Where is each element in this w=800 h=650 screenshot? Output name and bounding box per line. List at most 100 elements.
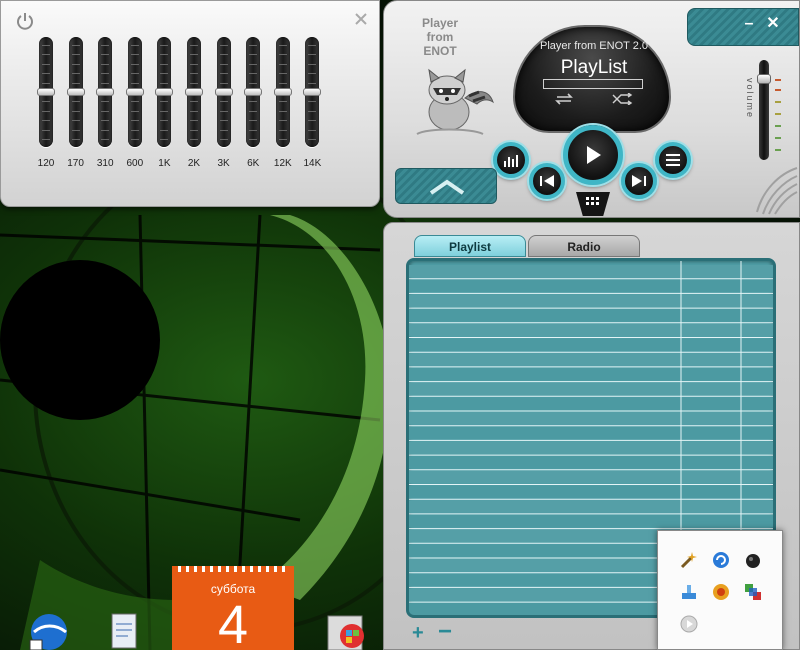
eq-slider-mark (249, 54, 258, 56)
playlist-row[interactable] (409, 338, 773, 352)
playlist-button[interactable] (655, 142, 691, 178)
playlist-row[interactable] (409, 441, 773, 455)
eq-slider-knob[interactable] (303, 88, 322, 96)
eq-slider-mark (219, 110, 228, 112)
playlist-row[interactable] (409, 500, 773, 513)
power-icon[interactable] (15, 11, 35, 31)
repeat-icon[interactable] (553, 93, 575, 105)
eq-slider-knob[interactable] (244, 88, 263, 96)
playlist-row[interactable] (409, 485, 773, 499)
shield-icon[interactable] (712, 583, 730, 601)
eq-slider-12k[interactable] (273, 37, 292, 147)
eq-slider-knob[interactable] (37, 88, 55, 96)
volume-slider[interactable] (757, 60, 771, 160)
eq-slider-mark (190, 54, 198, 56)
eq-slider-mark (71, 101, 80, 103)
eq-slider-2k[interactable] (185, 37, 203, 147)
seek-bar[interactable] (543, 79, 643, 89)
eq-slider-mark (219, 139, 228, 140)
play-button[interactable] (563, 125, 623, 185)
eq-slider-knob[interactable] (214, 88, 233, 96)
window-controls: – ✕ (687, 8, 799, 46)
playlist-row[interactable] (409, 309, 773, 322)
playlist-row[interactable] (409, 426, 773, 440)
eq-band-label: 120 (37, 158, 55, 169)
eq-slider-mark (219, 129, 228, 131)
close-icon[interactable] (353, 11, 369, 27)
eq-slider-mark (160, 45, 169, 46)
eq-slider-mark (308, 54, 317, 56)
previous-button[interactable] (529, 163, 565, 199)
eq-slider-mark (308, 45, 317, 46)
network-icon[interactable] (680, 583, 698, 601)
eq-slider-310[interactable] (96, 37, 115, 147)
eq-slider-6k[interactable] (244, 37, 263, 147)
wand-icon[interactable] (680, 551, 698, 569)
eq-band-label: 170 (67, 158, 84, 169)
refresh-icon[interactable] (712, 551, 730, 569)
playlist-row[interactable] (409, 412, 773, 425)
playlist-row[interactable] (409, 397, 773, 410)
windows-icon[interactable] (744, 583, 762, 601)
shuffle-icon[interactable] (611, 93, 633, 105)
tab-radio[interactable]: Radio (528, 235, 640, 257)
display-main-text: PlayList (560, 57, 628, 78)
playlist-row[interactable] (409, 382, 773, 396)
eq-slider-mark (308, 63, 317, 65)
playlist-row[interactable] (409, 353, 773, 366)
eq-slider-120[interactable] (37, 37, 55, 147)
tab-playlist[interactable]: Playlist (414, 235, 526, 257)
equalizer-button[interactable] (493, 142, 529, 178)
eq-slider-mark (160, 101, 169, 103)
play-icon (587, 146, 601, 164)
eq-slider-mark (42, 139, 50, 140)
add-track-button[interactable]: + (412, 623, 428, 643)
bomb-icon[interactable] (744, 551, 762, 569)
eq-band-label: 12K (273, 158, 292, 169)
eq-slider-mark (101, 139, 110, 140)
playlist-row[interactable] (409, 279, 773, 293)
remove-track-button[interactable]: − (438, 620, 454, 644)
eq-slider-mark (308, 139, 317, 140)
volume-knob[interactable] (757, 73, 771, 84)
playlist-row[interactable] (409, 294, 773, 308)
eq-slider-3k[interactable] (214, 37, 233, 147)
eq-slider-knob[interactable] (273, 88, 292, 96)
eq-slider-mark (308, 101, 317, 103)
playlist-row[interactable] (409, 456, 773, 469)
collapse-button[interactable] (395, 168, 497, 204)
playlist-row[interactable] (409, 470, 773, 484)
eq-slider-mark (160, 139, 169, 140)
volume-scale (775, 79, 781, 151)
play-icon[interactable] (680, 615, 698, 633)
minimize-button[interactable]: – (740, 15, 758, 33)
playlist-row[interactable] (409, 514, 773, 528)
eq-slider-600[interactable] (125, 37, 144, 147)
playlist-row[interactable] (409, 367, 773, 381)
calendar-gadget[interactable]: суббота 4 (172, 566, 294, 650)
eq-slider-14k[interactable] (303, 37, 322, 147)
player-window: Player from ENOT – ✕ Player from ENOT 2.… (383, 0, 800, 218)
google-earth-icon[interactable] (28, 610, 70, 650)
eq-slider-mark (308, 73, 317, 75)
eq-slider-170[interactable] (66, 37, 85, 147)
eq-band-label: 6K (247, 158, 260, 169)
eq-slider-knob[interactable] (185, 88, 203, 96)
eq-slider-knob[interactable] (125, 88, 144, 96)
eq-slider-1k[interactable] (155, 37, 174, 147)
playlist-row[interactable] (409, 323, 773, 337)
eq-slider-knob[interactable] (66, 88, 85, 96)
installer-icon[interactable] (322, 606, 370, 650)
close-button[interactable]: ✕ (764, 15, 782, 33)
eq-slider-knob[interactable] (96, 88, 115, 96)
eq-slider-mark (219, 54, 228, 56)
eq-slider-mark (219, 101, 228, 103)
next-button[interactable] (621, 163, 657, 199)
eq-slider-mark (278, 110, 287, 112)
eq-slider-knob[interactable] (155, 88, 174, 96)
calendar-weekday: суббота (210, 582, 256, 596)
playlist-row[interactable] (409, 265, 773, 278)
equalizer-icon (504, 155, 518, 167)
eq-slider-mark (308, 82, 317, 84)
document-shortcut-icon[interactable] (104, 612, 140, 650)
